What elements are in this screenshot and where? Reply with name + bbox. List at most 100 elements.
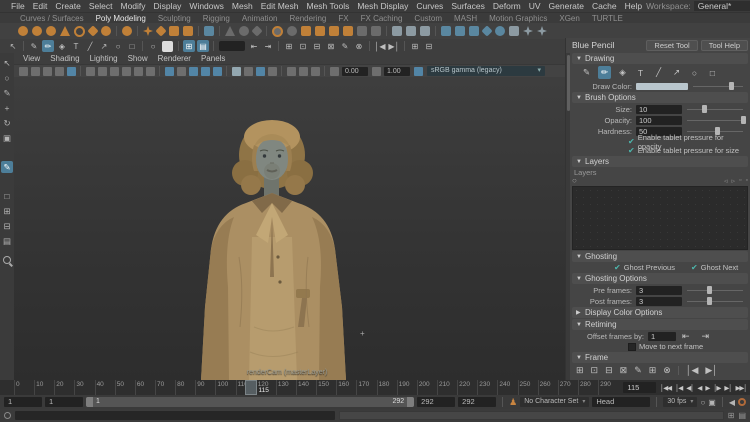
lighting-icon[interactable] <box>201 67 210 76</box>
poly-cone-icon[interactable] <box>60 26 70 36</box>
quad-draw-icon[interactable] <box>343 26 353 36</box>
checkbox-checked-icon[interactable]: ✔ <box>628 146 635 155</box>
extract-frame-icon[interactable]: ⊟ <box>605 365 613 376</box>
menu-edit[interactable]: Edit <box>29 1 52 11</box>
section-ghosting[interactable]: ▼ Ghosting <box>572 251 748 262</box>
shadows-icon[interactable] <box>213 67 222 76</box>
toolbar-frame-field[interactable] <box>219 41 245 51</box>
pre-frames-slider[interactable] <box>687 286 743 295</box>
layer-delete-icon[interactable]: ▫ <box>746 177 748 185</box>
menu-mesh-tools[interactable]: Mesh Tools <box>303 1 354 11</box>
size-slider[interactable] <box>687 105 743 114</box>
line-tool-icon[interactable]: ╱ <box>652 66 665 79</box>
view-transform-icon[interactable] <box>414 67 423 76</box>
lock-camera-icon[interactable] <box>31 67 40 76</box>
section-frame[interactable]: ▼ Frame <box>572 352 748 363</box>
paste-frame-icon[interactable]: ⊞ <box>649 365 657 376</box>
menu-create[interactable]: Create <box>51 1 85 11</box>
help-line-icon[interactable]: ▤ <box>738 411 746 420</box>
menu-edit-mesh[interactable]: Edit Mesh <box>257 1 303 11</box>
exposure-icon[interactable] <box>330 67 339 76</box>
layer-list[interactable] <box>572 186 748 250</box>
poly-cylinder-icon[interactable] <box>46 26 56 36</box>
playback-start-field[interactable]: 1 <box>45 397 83 407</box>
import-sketch-icon[interactable]: ⊞ <box>409 40 421 52</box>
vp-menu-shading[interactable]: Shading <box>45 54 84 63</box>
add-frame-icon[interactable]: ⊞ <box>576 365 584 376</box>
bridge-icon[interactable] <box>301 26 311 36</box>
draw-color-swatch[interactable] <box>162 41 173 52</box>
next-frame-icon[interactable]: ▶│ <box>388 40 400 52</box>
current-frame-field[interactable]: 115 <box>623 382 655 393</box>
marker-tool-icon[interactable]: ✏ <box>598 66 611 79</box>
menu-generate[interactable]: Generate <box>545 1 588 11</box>
bevel-icon[interactable] <box>287 26 297 36</box>
checkbox-checked-icon[interactable]: ✔ <box>614 263 621 272</box>
step-back-frame-button[interactable]: ◀│ <box>685 384 695 392</box>
tab-animation[interactable]: Animation <box>236 14 284 23</box>
size-field[interactable]: 10 <box>636 105 682 114</box>
scrollbar-thumb[interactable] <box>567 55 570 111</box>
section-drawing[interactable]: ▼ Drawing <box>572 53 748 64</box>
zoom-tool-icon[interactable] <box>3 256 11 264</box>
camera-attributes-icon[interactable] <box>43 67 52 76</box>
motion-blur-icon[interactable] <box>244 67 253 76</box>
tab-fx-caching[interactable]: FX Caching <box>355 14 409 23</box>
anim-snapshot-icon[interactable]: ▣ <box>708 398 716 407</box>
pencil-tool-icon[interactable]: ✎ <box>28 40 40 52</box>
menu-mesh[interactable]: Mesh <box>228 1 257 11</box>
anti-alias-icon[interactable] <box>256 67 265 76</box>
text-tool-icon[interactable]: T <box>634 66 647 79</box>
tab-motion-graphics[interactable]: Motion Graphics <box>483 14 553 23</box>
layout-split-pane-icon[interactable]: ⊟ <box>1 220 13 232</box>
rect-tool-icon[interactable]: □ <box>706 66 719 79</box>
copy-frame-icon[interactable]: ✎ <box>634 365 642 376</box>
poly-torus-icon[interactable] <box>74 26 85 37</box>
tab-poly-modeling[interactable]: Poly Modeling <box>90 14 152 23</box>
gamma-field[interactable]: 1.00 <box>384 67 410 76</box>
average-vertices-icon[interactable] <box>441 26 451 36</box>
mirror-icon[interactable] <box>357 26 367 36</box>
merge-frame-icon[interactable]: ⊠ <box>620 365 628 376</box>
select-camera-icon[interactable] <box>19 67 28 76</box>
menu-help[interactable]: Help <box>621 1 646 11</box>
offset-edge-loop-icon[interactable] <box>420 26 430 36</box>
animation-start-field[interactable]: 1 <box>4 397 42 407</box>
retime-left-icon[interactable]: ⇤ <box>682 331 690 342</box>
smooth-icon[interactable] <box>251 25 262 36</box>
retime-right-icon[interactable]: ⇥ <box>702 331 710 342</box>
colorspace-dropdown[interactable]: sRGB gamma (legacy) ▾ <box>427 66 545 76</box>
tab-fx[interactable]: FX <box>332 14 354 23</box>
pre-frames-field[interactable]: 3 <box>636 286 682 295</box>
playback-end-field[interactable]: 292 <box>417 397 455 407</box>
tab-custom[interactable]: Custom <box>408 14 448 23</box>
line-tool-icon[interactable]: ╱ <box>84 40 96 52</box>
textured-icon[interactable] <box>189 67 198 76</box>
vp-menu-panels[interactable]: Panels <box>196 54 230 63</box>
gate-mask-icon[interactable] <box>122 67 131 76</box>
tab-rigging[interactable]: Rigging <box>197 14 236 23</box>
blue-pencil-tool-icon[interactable]: ✎ <box>1 161 13 173</box>
layout-four-pane-icon[interactable]: ⊞ <box>1 205 13 217</box>
platonic-solid-icon[interactable] <box>122 26 132 36</box>
pinch-tool-icon[interactable] <box>509 26 519 36</box>
panel-scrollbar[interactable] <box>566 53 570 380</box>
poly-disc-icon[interactable] <box>101 26 111 36</box>
character-set-icon[interactable]: ♟ <box>509 397 517 408</box>
text-tool-icon[interactable]: T <box>70 40 82 52</box>
poly-plane-icon[interactable] <box>87 25 98 36</box>
gamma-icon[interactable] <box>372 67 381 76</box>
draw-color-swatch[interactable] <box>636 83 688 90</box>
menu-deform[interactable]: Deform <box>489 1 525 11</box>
checkbox-unchecked-icon[interactable] <box>628 343 636 351</box>
new-layer-icon[interactable]: ○ <box>572 176 577 185</box>
playhead[interactable] <box>245 380 257 395</box>
subcharacter-field[interactable]: Head <box>592 397 650 407</box>
layout-single-pane-icon[interactable]: □ <box>1 190 13 202</box>
tab-mash[interactable]: MASH <box>448 14 483 23</box>
menu-curves[interactable]: Curves <box>412 1 447 11</box>
bookmarks-icon[interactable] <box>55 67 64 76</box>
field-chart-icon[interactable] <box>134 67 143 76</box>
range-slider[interactable]: 1 292 <box>86 397 414 407</box>
film-gate-icon[interactable] <box>98 67 107 76</box>
